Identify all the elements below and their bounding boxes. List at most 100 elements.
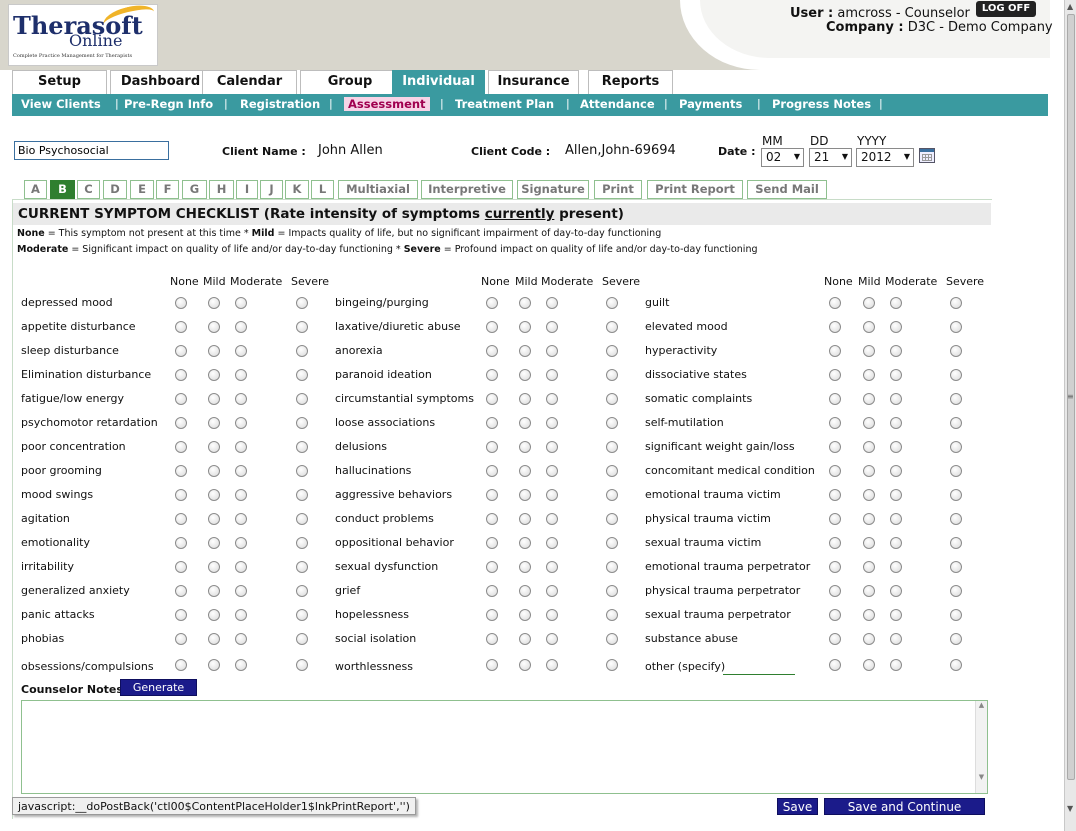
radio-none[interactable] — [175, 369, 187, 381]
radio-moderate[interactable] — [235, 537, 247, 549]
radio-severe[interactable] — [606, 489, 618, 501]
radio-none[interactable] — [829, 297, 841, 309]
radio-moderate[interactable] — [235, 633, 247, 645]
radio-severe[interactable] — [606, 513, 618, 525]
radio-none[interactable] — [175, 297, 187, 309]
radio-mild[interactable] — [863, 345, 875, 357]
section-tab-multiaxial[interactable]: Multiaxial — [338, 180, 418, 199]
notes-scrollbar[interactable]: ▲ ▼ — [975, 701, 987, 793]
radio-moderate[interactable] — [890, 489, 902, 501]
radio-mild[interactable] — [863, 609, 875, 621]
radio-moderate[interactable] — [890, 561, 902, 573]
radio-none[interactable] — [486, 561, 498, 573]
radio-mild[interactable] — [519, 585, 531, 597]
year-select[interactable]: 2012 ▼ — [856, 148, 914, 167]
radio-mild[interactable] — [208, 585, 220, 597]
radio-none[interactable] — [486, 537, 498, 549]
radio-mild[interactable] — [208, 465, 220, 477]
radio-moderate[interactable] — [546, 585, 558, 597]
radio-none[interactable] — [175, 659, 187, 671]
radio-none[interactable] — [829, 465, 841, 477]
radio-none[interactable] — [486, 345, 498, 357]
radio-none[interactable] — [829, 489, 841, 501]
radio-mild[interactable] — [863, 297, 875, 309]
radio-moderate[interactable] — [546, 297, 558, 309]
tab-setup[interactable]: Setup — [12, 70, 107, 94]
radio-mild[interactable] — [863, 561, 875, 573]
radio-none[interactable] — [829, 633, 841, 645]
radio-none[interactable] — [829, 369, 841, 381]
tab-reports[interactable]: Reports — [588, 70, 673, 94]
radio-mild[interactable] — [519, 417, 531, 429]
radio-severe[interactable] — [950, 513, 962, 525]
radio-none[interactable] — [829, 393, 841, 405]
radio-none[interactable] — [486, 441, 498, 453]
radio-moderate[interactable] — [890, 513, 902, 525]
radio-moderate[interactable] — [235, 297, 247, 309]
radio-none[interactable] — [829, 345, 841, 357]
radio-moderate[interactable] — [890, 321, 902, 333]
radio-severe[interactable] — [950, 417, 962, 429]
subnav-progress-notes[interactable]: Progress Notes — [772, 97, 871, 111]
radio-severe[interactable] — [606, 321, 618, 333]
radio-mild[interactable] — [519, 659, 531, 671]
counselor-notes-textarea[interactable]: ▲ ▼ — [21, 700, 988, 794]
radio-none[interactable] — [175, 585, 187, 597]
tab-group[interactable]: Group — [300, 70, 400, 94]
radio-none[interactable] — [486, 321, 498, 333]
scroll-down-icon[interactable]: ▼ — [1067, 804, 1073, 813]
radio-mild[interactable] — [863, 321, 875, 333]
radio-mild[interactable] — [208, 609, 220, 621]
radio-moderate[interactable] — [235, 513, 247, 525]
radio-moderate[interactable] — [890, 659, 902, 671]
subnav-registration[interactable]: Registration — [240, 97, 320, 111]
radio-mild[interactable] — [863, 465, 875, 477]
radio-severe[interactable] — [296, 585, 308, 597]
radio-severe[interactable] — [606, 537, 618, 549]
radio-mild[interactable] — [863, 513, 875, 525]
radio-none[interactable] — [829, 585, 841, 597]
radio-mild[interactable] — [208, 537, 220, 549]
subnav-treatment-plan[interactable]: Treatment Plan — [455, 97, 554, 111]
radio-moderate[interactable] — [546, 561, 558, 573]
radio-mild[interactable] — [519, 633, 531, 645]
radio-moderate[interactable] — [546, 393, 558, 405]
radio-severe[interactable] — [296, 441, 308, 453]
radio-mild[interactable] — [208, 489, 220, 501]
radio-severe[interactable] — [606, 393, 618, 405]
other-specify-field[interactable] — [723, 674, 795, 675]
assessment-name-input[interactable] — [14, 141, 169, 160]
radio-moderate[interactable] — [890, 537, 902, 549]
radio-mild[interactable] — [208, 345, 220, 357]
radio-mild[interactable] — [863, 393, 875, 405]
radio-none[interactable] — [175, 321, 187, 333]
radio-none[interactable] — [175, 561, 187, 573]
radio-none[interactable] — [486, 417, 498, 429]
radio-severe[interactable] — [950, 321, 962, 333]
radio-moderate[interactable] — [546, 345, 558, 357]
radio-moderate[interactable] — [235, 659, 247, 671]
radio-severe[interactable] — [606, 633, 618, 645]
radio-moderate[interactable] — [890, 345, 902, 357]
radio-none[interactable] — [829, 659, 841, 671]
radio-moderate[interactable] — [546, 465, 558, 477]
radio-none[interactable] — [486, 609, 498, 621]
radio-moderate[interactable] — [546, 659, 558, 671]
radio-none[interactable] — [829, 561, 841, 573]
radio-moderate[interactable] — [890, 465, 902, 477]
radio-none[interactable] — [175, 393, 187, 405]
radio-mild[interactable] — [863, 659, 875, 671]
tab-individual[interactable]: Individual — [392, 70, 485, 94]
radio-severe[interactable] — [296, 537, 308, 549]
radio-severe[interactable] — [950, 393, 962, 405]
radio-moderate[interactable] — [890, 585, 902, 597]
radio-severe[interactable] — [950, 561, 962, 573]
radio-none[interactable] — [486, 369, 498, 381]
radio-mild[interactable] — [519, 345, 531, 357]
radio-none[interactable] — [486, 513, 498, 525]
radio-none[interactable] — [829, 441, 841, 453]
section-tab-i[interactable]: I — [236, 180, 258, 199]
radio-severe[interactable] — [950, 489, 962, 501]
radio-mild[interactable] — [519, 393, 531, 405]
section-tab-c[interactable]: C — [77, 180, 100, 199]
